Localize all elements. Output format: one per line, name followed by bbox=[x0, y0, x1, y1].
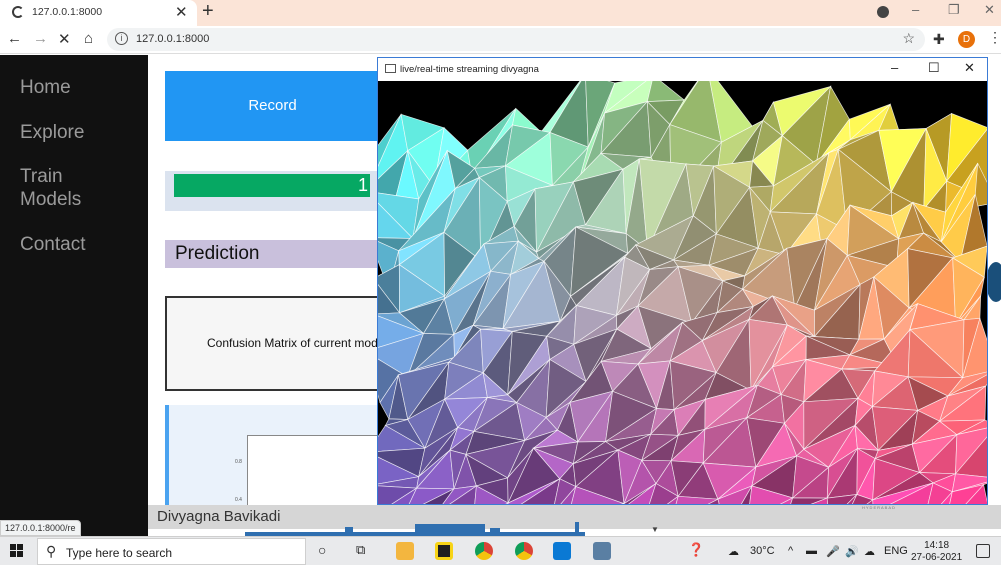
mesh-triangle bbox=[646, 81, 686, 102]
loading-spinner-icon bbox=[12, 6, 24, 18]
audio-waveform bbox=[245, 522, 585, 536]
minimize-icon[interactable]: – bbox=[912, 2, 919, 17]
url-text: 127.0.0.1:8000 bbox=[136, 33, 210, 45]
file-explorer-icon[interactable] bbox=[396, 542, 414, 560]
site-info-icon[interactable]: i bbox=[115, 32, 128, 45]
menu-icon[interactable]: ⋮ bbox=[988, 29, 1001, 46]
windows-start-icon[interactable] bbox=[10, 544, 24, 558]
window-close-icon[interactable]: ✕ bbox=[964, 60, 975, 76]
chrome-icon[interactable] bbox=[475, 542, 493, 560]
address-bar[interactable]: i 127.0.0.1:8000 ☆ bbox=[107, 28, 925, 51]
sidebar: Home Explore Train Models Contact bbox=[0, 55, 148, 536]
tab-search-icon[interactable] bbox=[877, 6, 889, 18]
plot-area bbox=[247, 435, 382, 510]
weather-icon[interactable]: ☁ bbox=[728, 545, 739, 558]
toolbar: ← → ✕ ⌂ i 127.0.0.1:8000 ☆ bbox=[0, 26, 1001, 54]
progress-bar: 1 bbox=[174, 174, 370, 197]
temperature[interactable]: 30°C bbox=[750, 545, 775, 557]
stop-icon[interactable]: ✕ bbox=[58, 30, 71, 48]
tab-strip: 127.0.0.1:8000 ✕ + – ❐ ✕ bbox=[0, 0, 1001, 26]
taskbar: ⚲ Type here to search ○ ⧉ ❓ ☁ 30°C ^ ▬ 🎤… bbox=[0, 536, 1001, 565]
clock-time: 14:18 bbox=[924, 540, 950, 551]
network-icon[interactable]: ☁ bbox=[864, 545, 875, 558]
search-placeholder: Type here to search bbox=[66, 546, 173, 560]
vscode-icon[interactable] bbox=[553, 542, 571, 560]
status-url: 127.0.0.1:8000/re bbox=[0, 520, 81, 536]
window-minimize-icon[interactable]: – bbox=[891, 60, 898, 75]
dropdown-arrow-icon[interactable]: ▼ bbox=[651, 525, 659, 534]
university-logo-text: HYDERABAD bbox=[862, 505, 896, 510]
restore-icon[interactable]: ❐ bbox=[948, 2, 960, 18]
task-view-icon[interactable]: ⧉ bbox=[356, 542, 365, 558]
record-button[interactable]: Record bbox=[165, 71, 380, 141]
sidebar-item-models[interactable]: Models bbox=[20, 188, 81, 211]
volume-icon[interactable]: 🔊 bbox=[845, 545, 859, 558]
window-maximize-icon[interactable]: ☐ bbox=[928, 60, 940, 76]
sidebar-item-contact[interactable]: Contact bbox=[20, 233, 85, 256]
help-icon[interactable]: ❓ bbox=[688, 542, 704, 558]
extensions-icon[interactable]: ✚ bbox=[933, 31, 945, 48]
close-tab-icon[interactable]: ✕ bbox=[175, 3, 188, 21]
floating-widget[interactable] bbox=[986, 262, 1001, 302]
window-app-icon bbox=[385, 64, 396, 73]
clock[interactable]: 14:18 27-06-2021 bbox=[911, 540, 962, 564]
cortana-icon[interactable]: ○ bbox=[318, 542, 326, 558]
confusion-matrix-box: Confusion Matrix of current model bbox=[165, 296, 380, 391]
plot-tick: 0.8 bbox=[235, 459, 242, 465]
language[interactable]: ENG bbox=[884, 545, 908, 557]
profile-avatar[interactable]: D bbox=[958, 31, 975, 48]
battery-icon[interactable]: ▬ bbox=[806, 545, 817, 557]
back-icon[interactable]: ← bbox=[7, 30, 22, 47]
terrain-mesh-visualization bbox=[378, 81, 987, 504]
notification-icon[interactable] bbox=[976, 544, 990, 558]
new-tab-icon[interactable]: + bbox=[202, 0, 214, 23]
prediction-heading: Prediction bbox=[165, 240, 380, 268]
progress-container: 1 bbox=[165, 171, 380, 211]
sticky-notes-icon[interactable] bbox=[435, 542, 453, 560]
sidebar-item-home[interactable]: Home bbox=[20, 76, 71, 99]
tray-chevron-icon[interactable]: ^ bbox=[788, 545, 793, 557]
tab-title: 127.0.0.1:8000 bbox=[32, 6, 103, 18]
plot-panel: 0.8 0.4 bbox=[165, 405, 382, 510]
python-app-icon[interactable] bbox=[593, 542, 611, 560]
bookmark-star-icon[interactable]: ☆ bbox=[902, 30, 915, 47]
streaming-window[interactable]: live/real-time streaming divyagna – ☐ ✕ bbox=[377, 57, 988, 505]
window-title: live/real-time streaming divyagna bbox=[400, 64, 539, 75]
window-titlebar[interactable]: live/real-time streaming divyagna – ☐ ✕ bbox=[378, 58, 987, 81]
taskbar-search-box[interactable]: ⚲ Type here to search bbox=[37, 538, 306, 565]
sidebar-item-train[interactable]: Train bbox=[20, 165, 63, 188]
microphone-icon[interactable]: 🎤 bbox=[826, 545, 840, 558]
plot-tick: 0.4 bbox=[235, 497, 242, 503]
close-window-icon[interactable]: ✕ bbox=[984, 2, 995, 18]
home-icon[interactable]: ⌂ bbox=[84, 30, 93, 47]
browser-tab[interactable]: 127.0.0.1:8000 ✕ bbox=[0, 0, 197, 26]
search-icon: ⚲ bbox=[46, 543, 57, 559]
forward-icon[interactable]: → bbox=[33, 30, 48, 47]
clock-date: 27-06-2021 bbox=[911, 552, 963, 563]
sidebar-item-explore[interactable]: Explore bbox=[20, 121, 84, 144]
chrome-alt-icon[interactable] bbox=[515, 542, 533, 560]
